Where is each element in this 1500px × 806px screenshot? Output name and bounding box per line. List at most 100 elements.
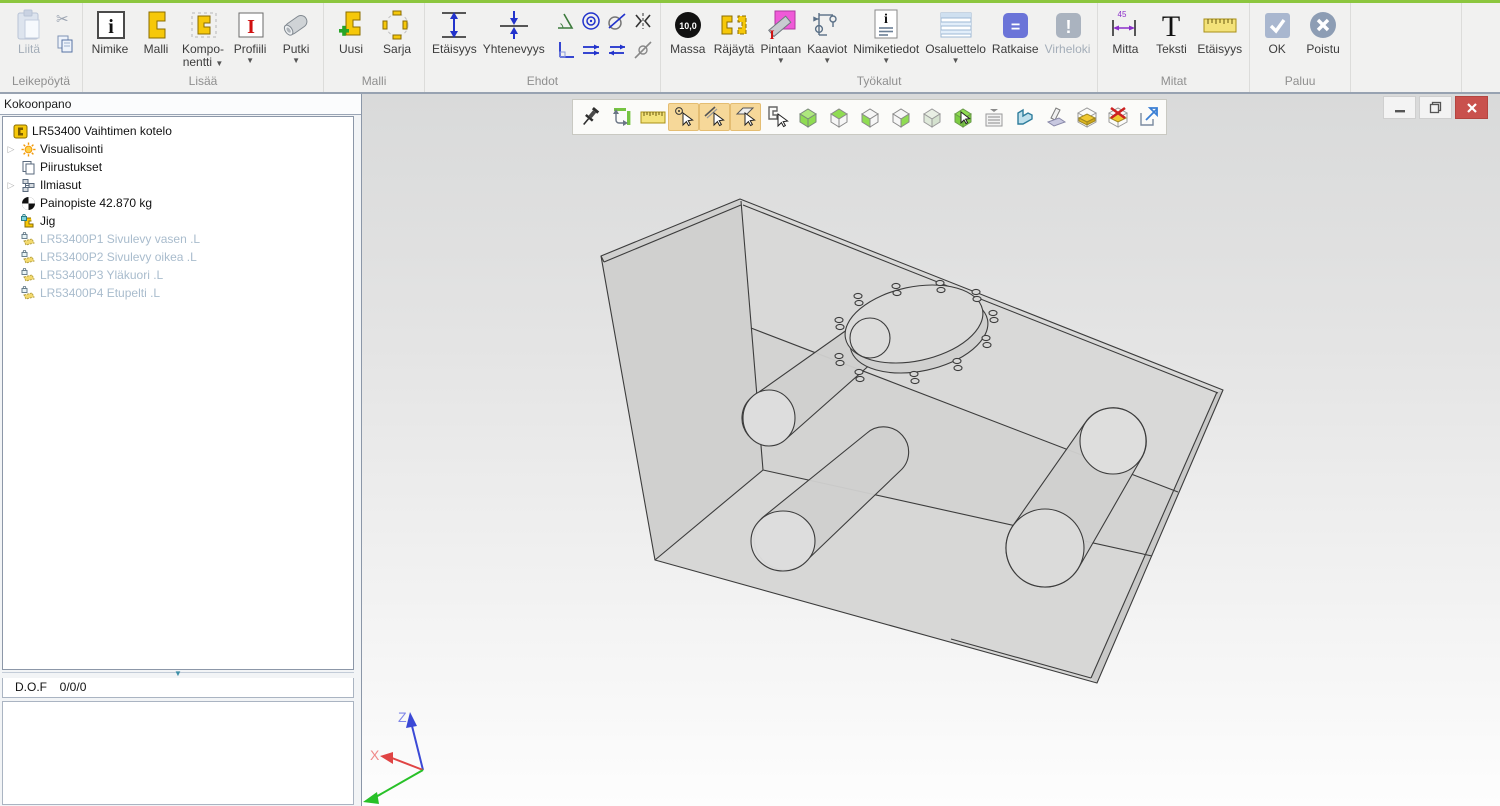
- fix-condition-icon[interactable]: [632, 39, 654, 66]
- pin-icon[interactable]: [575, 103, 606, 131]
- 3d-viewport[interactable]: Z X: [362, 94, 1500, 806]
- minimize-button[interactable]: [1383, 96, 1416, 119]
- drag-measure-icon[interactable]: [606, 103, 637, 131]
- tangent-condition-icon[interactable]: [606, 10, 628, 37]
- export-view-icon[interactable]: [1133, 103, 1164, 131]
- massa-button[interactable]: 10,0 Massa: [665, 7, 711, 56]
- rajayta-button[interactable]: Räjäytä: [711, 7, 758, 56]
- shade-solid-icon[interactable]: [792, 103, 823, 131]
- assembly-icon: [11, 124, 29, 139]
- parts-list-icon: [938, 7, 974, 43]
- tree-item-piirustukset[interactable]: Piirustukset: [3, 158, 353, 176]
- mitta-button[interactable]: 45 Mitta: [1102, 7, 1148, 56]
- uusi-button[interactable]: Uusi: [328, 7, 374, 56]
- tree-item-part3[interactable]: LR53400P3 Yläkuori .L: [3, 266, 353, 284]
- teksti-button[interactable]: T Teksti: [1148, 7, 1194, 56]
- expand-arrow-icon[interactable]: ▷: [3, 180, 19, 191]
- sheet-unfold-icon[interactable]: [1040, 103, 1071, 131]
- paste-button[interactable]: Liitä: [4, 7, 54, 56]
- profile-i-icon: I: [235, 7, 265, 43]
- select-component-icon[interactable]: [761, 103, 792, 131]
- angle-condition-icon[interactable]: [554, 10, 576, 37]
- osaluettelo-button[interactable]: Osaluettelo ▼: [922, 7, 989, 65]
- nimike-button[interactable]: i Nimike: [87, 7, 133, 56]
- restore-button[interactable]: [1419, 96, 1452, 119]
- ok-button[interactable]: OK: [1254, 7, 1300, 56]
- paste-label: Liitä: [18, 43, 40, 56]
- etaisyys-condition-button[interactable]: Etäisyys: [429, 7, 480, 56]
- ribbon: Liitä ✂ Leikepöytä i Nimike: [0, 3, 1500, 92]
- poistu-button[interactable]: Poistu: [1300, 7, 1346, 56]
- select-face-icon[interactable]: [730, 103, 761, 131]
- komponentti-button[interactable]: Kompo- nentti ▼: [179, 7, 227, 69]
- variants-icon: [19, 178, 37, 193]
- tree-item-root[interactable]: LR53400 Vaihtimen kotelo: [3, 122, 353, 140]
- parallel-condition-icon[interactable]: [580, 39, 602, 66]
- copy-icon: [56, 35, 74, 53]
- tree-item-ilmiasut[interactable]: ▷ Ilmiasut: [3, 176, 353, 194]
- condition-icon-grid: [552, 9, 656, 67]
- putki-button[interactable]: Putki ▼: [273, 7, 319, 65]
- svg-text:!: !: [1065, 17, 1071, 37]
- group-label: Leikepöytä: [4, 73, 78, 92]
- shade-all-icon[interactable]: [916, 103, 947, 131]
- tree-item-part1[interactable]: LR53400P1 Sivulevy vasen .L: [3, 230, 353, 248]
- group-label: Paluu: [1254, 73, 1346, 92]
- symmetry-condition-icon[interactable]: [632, 10, 654, 37]
- exit-icon: [1308, 7, 1338, 43]
- assembly-tree[interactable]: LR53400 Vaihtimen kotelo ▷ Visualisointi…: [2, 116, 354, 670]
- face-select-shade-icon[interactable]: [947, 103, 978, 131]
- ruler-icon: [1202, 7, 1238, 43]
- dimension-icon: 45: [1108, 7, 1142, 43]
- profiili-button[interactable]: I Profiili ▼: [227, 7, 273, 65]
- ruler-icon[interactable]: [637, 103, 668, 131]
- concentric-condition-icon[interactable]: [580, 10, 602, 37]
- model-c-icon: [141, 7, 171, 43]
- item-info-icon: i: [871, 7, 901, 43]
- series-icon: [381, 7, 413, 43]
- tree-item-painopiste[interactable]: Painopiste 42.870 kg: [3, 194, 353, 212]
- pintaan-button[interactable]: I Pintaan ▼: [757, 7, 804, 65]
- explode-icon: [718, 7, 750, 43]
- kaaviot-button[interactable]: Kaaviot ▼: [804, 7, 850, 65]
- section-box-off-icon[interactable]: [1102, 103, 1133, 131]
- close-button[interactable]: [1455, 96, 1488, 119]
- dof-panel: D.O.F 0/0/0: [2, 678, 354, 698]
- etaisyys-mitta-button[interactable]: Etäisyys: [1194, 7, 1245, 56]
- dropdown-caret: ▼: [246, 57, 254, 65]
- section-box-icon[interactable]: [1071, 103, 1102, 131]
- virheloki-button[interactable]: ! Virheloki: [1042, 7, 1094, 56]
- tree-item-visualisointi[interactable]: ▷ Visualisointi: [3, 140, 353, 158]
- svg-text:I: I: [247, 16, 255, 38]
- tree-item-part2[interactable]: LR53400P2 Sivulevy oikea .L: [3, 248, 353, 266]
- shade-top-face-icon[interactable]: [823, 103, 854, 131]
- expand-arrow-icon[interactable]: ▷: [3, 144, 19, 155]
- tree-item-part4[interactable]: LR53400P4 Etupelti .L: [3, 284, 353, 302]
- ratkaise-button[interactable]: = Ratkaise: [989, 7, 1042, 56]
- coincident-condition-icon: [497, 7, 531, 43]
- perpendicular-condition-icon[interactable]: [554, 39, 576, 66]
- yhtenevyys-button[interactable]: Yhtenevyys: [480, 7, 548, 56]
- copy-button[interactable]: [56, 35, 74, 58]
- svg-text:i: i: [108, 16, 114, 38]
- select-point-icon[interactable]: [668, 103, 699, 131]
- malli-button[interactable]: Malli: [133, 7, 179, 56]
- ok-check-icon: [1262, 7, 1292, 43]
- tree-item-jig[interactable]: Jig: [3, 212, 353, 230]
- sarja-button[interactable]: Sarja: [374, 7, 420, 56]
- part-locked-icon: [19, 232, 37, 247]
- select-edge-icon[interactable]: [699, 103, 730, 131]
- display-options-icon[interactable]: [978, 103, 1009, 131]
- shade-left-face-icon[interactable]: [854, 103, 885, 131]
- nimiketiedot-button[interactable]: i Nimiketiedot ▼: [850, 7, 922, 65]
- 3d-viewport-canvas[interactable]: Z X: [362, 94, 1500, 806]
- application-window: Liitä ✂ Leikepöytä i Nimike: [0, 0, 1500, 806]
- cut-button[interactable]: ✂: [56, 13, 74, 27]
- profile-tool-icon[interactable]: [1009, 103, 1040, 131]
- opposite-condition-icon[interactable]: [606, 39, 628, 66]
- sidebar-splitter[interactable]: ▼: [2, 672, 354, 677]
- splitter-grip-icon: ▼: [174, 669, 182, 678]
- shade-inner-face-icon[interactable]: [885, 103, 916, 131]
- item-id-icon: i: [95, 7, 125, 43]
- svg-text:=: =: [1011, 19, 1020, 36]
